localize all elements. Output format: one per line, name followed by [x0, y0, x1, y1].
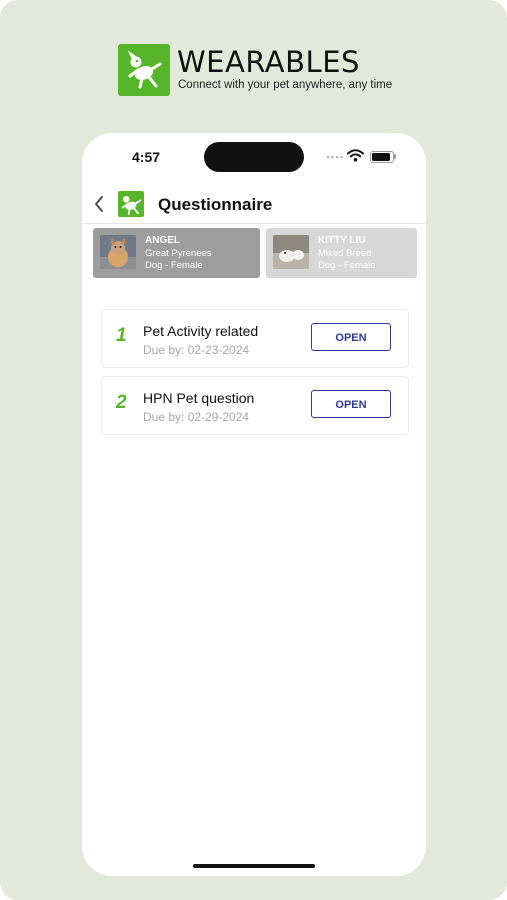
pet-info: KITTY LIU Mixed Breed Dog - Female — [318, 235, 376, 273]
questionnaire-number: 2 — [116, 392, 127, 413]
brand-tagline: Connect with your pet anywhere, any time — [178, 79, 393, 91]
wifi-icon — [347, 149, 364, 162]
questionnaire-item: 2 HPN Pet question Due by: 02-29-2024 OP… — [101, 376, 409, 435]
cellular-signal-icon — [326, 155, 343, 159]
nav-bar: Questionnaire — [82, 183, 426, 224]
status-time: 4:57 — [132, 149, 161, 165]
pet-card-angel[interactable]: ANGEL Great Pyrenees Dog - Female — [93, 228, 260, 278]
questionnaire-title: Pet Activity related — [143, 323, 259, 339]
battery-icon — [370, 151, 394, 163]
open-button[interactable]: OPEN — [311, 390, 391, 418]
pet-breed: Mixed Breed — [318, 247, 372, 259]
home-indicator[interactable] — [193, 864, 315, 868]
phone-screen: 4:57 Questionnaire ANGEL Great Pyrenees … — [82, 133, 426, 876]
questionnaire-title: HPN Pet question — [143, 390, 255, 406]
dog-logo-icon — [118, 44, 170, 96]
battery-cap — [394, 154, 396, 159]
dog-logo-icon — [118, 191, 144, 217]
pet-type: Dog - Female — [318, 260, 376, 271]
pet-photo — [273, 235, 309, 269]
dynamic-island — [204, 142, 304, 172]
chevron-left-icon[interactable] — [94, 196, 104, 212]
pet-breed: Great Pyrenees — [145, 247, 212, 259]
pet-type: Dog - Female — [145, 260, 203, 271]
pet-name: ANGEL — [145, 235, 180, 246]
questionnaire-due-date: Due by: 02-29-2024 — [143, 410, 250, 424]
pet-name: KITTY LIU — [318, 235, 366, 246]
pet-info: ANGEL Great Pyrenees Dog - Female — [145, 235, 212, 273]
brand-name: WEARABLES — [177, 45, 360, 79]
open-button[interactable]: OPEN — [311, 323, 391, 351]
pet-card-kitty-liu[interactable]: KITTY LIU Mixed Breed Dog - Female — [266, 228, 417, 278]
brand-header: WEARABLES Connect with your pet anywhere… — [118, 44, 398, 100]
questionnaire-number: 1 — [116, 325, 127, 346]
questionnaire-due-date: Due by: 02-23-2024 — [143, 343, 250, 357]
page-title: Questionnaire — [158, 195, 273, 214]
pet-photo — [100, 235, 136, 269]
questionnaire-item: 1 Pet Activity related Due by: 02-23-202… — [101, 309, 409, 368]
